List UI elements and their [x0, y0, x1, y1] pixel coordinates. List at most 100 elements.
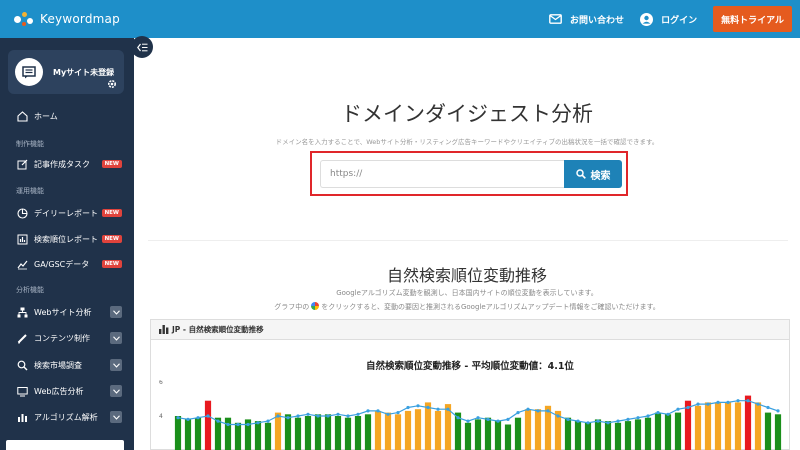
- contact-link[interactable]: お問い合わせ: [549, 13, 624, 26]
- trend-point[interactable]: [196, 416, 200, 420]
- trend-point[interactable]: [666, 412, 670, 416]
- chart-bar[interactable]: [744, 395, 752, 450]
- chart-bar[interactable]: [334, 416, 342, 450]
- trend-point[interactable]: [676, 407, 680, 411]
- trend-point[interactable]: [606, 421, 610, 425]
- trend-point[interactable]: [516, 411, 520, 415]
- chart-bar[interactable]: [234, 422, 242, 450]
- chart-bar[interactable]: [474, 419, 482, 450]
- chart-bar[interactable]: [434, 410, 442, 450]
- sidebar-item-web-ad[interactable]: Web広告分析: [0, 380, 134, 402]
- chart-bar[interactable]: [664, 414, 672, 450]
- chart-bar[interactable]: [254, 421, 262, 450]
- trend-point[interactable]: [386, 412, 390, 416]
- sidebar-item-market[interactable]: 検索市場調査: [0, 354, 134, 376]
- chevron-down-icon[interactable]: [110, 359, 122, 371]
- chart-bar[interactable]: [324, 414, 332, 450]
- chart-bar[interactable]: [504, 424, 512, 450]
- trend-point[interactable]: [546, 409, 550, 413]
- sidebar-item-article-task[interactable]: 記事作成タスク NEW: [0, 153, 134, 175]
- trend-point[interactable]: [496, 419, 500, 423]
- free-trial-button[interactable]: 無料トライアル: [713, 6, 792, 32]
- chart-bar[interactable]: [624, 421, 632, 450]
- trend-point[interactable]: [396, 411, 400, 415]
- trend-point[interactable]: [576, 419, 580, 423]
- trend-point[interactable]: [756, 402, 760, 406]
- trend-point[interactable]: [486, 417, 490, 421]
- trend-point[interactable]: [506, 417, 510, 421]
- trend-point[interactable]: [586, 421, 590, 425]
- trend-point[interactable]: [446, 407, 450, 411]
- login-link[interactable]: ログイン: [640, 12, 697, 26]
- trend-point[interactable]: [276, 414, 280, 418]
- chevron-down-icon[interactable]: [110, 306, 122, 318]
- chart-bar[interactable]: [734, 402, 742, 450]
- trend-point[interactable]: [616, 419, 620, 423]
- trend-point[interactable]: [476, 416, 480, 420]
- chart-bar[interactable]: [274, 412, 282, 450]
- chart-bar[interactable]: [304, 416, 312, 450]
- trend-point[interactable]: [526, 407, 530, 411]
- gear-icon[interactable]: [106, 78, 118, 90]
- trend-point[interactable]: [356, 412, 360, 416]
- chart-bar[interactable]: [394, 414, 402, 450]
- trend-point[interactable]: [646, 414, 650, 418]
- chart-bar[interactable]: [594, 419, 602, 450]
- chart-bar[interactable]: [344, 417, 352, 450]
- sidebar-collapse-button[interactable]: [131, 36, 153, 58]
- chart-bar[interactable]: [694, 405, 702, 450]
- trend-point[interactable]: [626, 417, 630, 421]
- sidebar-bottom-banner[interactable]: [6, 440, 124, 450]
- chart-bar[interactable]: [484, 417, 492, 450]
- trend-point[interactable]: [246, 422, 250, 427]
- trend-point[interactable]: [726, 400, 730, 404]
- chart-bar[interactable]: [524, 409, 532, 450]
- trend-point[interactable]: [766, 405, 770, 410]
- chart-bar[interactable]: [574, 421, 582, 450]
- chart-bar[interactable]: [604, 421, 612, 450]
- chart-bar[interactable]: [264, 422, 272, 450]
- trend-point[interactable]: [436, 407, 440, 411]
- chart-bar[interactable]: [194, 417, 202, 450]
- chart-bar[interactable]: [714, 402, 722, 450]
- logo[interactable]: Keywordmap: [14, 10, 120, 28]
- chevron-down-icon[interactable]: [110, 385, 122, 397]
- sidebar-item-website-analysis[interactable]: Webサイト分析: [0, 301, 134, 323]
- trend-point[interactable]: [366, 409, 370, 413]
- trend-point[interactable]: [416, 404, 420, 408]
- chart-bar[interactable]: [674, 412, 682, 450]
- trend-point[interactable]: [256, 421, 260, 425]
- chevron-down-icon[interactable]: [110, 332, 122, 344]
- sidebar-item-home[interactable]: ホーム: [0, 105, 134, 127]
- trend-point[interactable]: [236, 422, 240, 427]
- chart-bar[interactable]: [514, 417, 522, 450]
- mysite-card[interactable]: Myサイト未登録: [8, 50, 124, 94]
- chart-bar[interactable]: [284, 414, 292, 450]
- chart-bar[interactable]: [184, 419, 192, 450]
- chart-bar[interactable]: [754, 402, 762, 450]
- chart-bar[interactable]: [654, 412, 662, 450]
- chart-bar[interactable]: [424, 402, 432, 450]
- chart-bar[interactable]: [704, 402, 712, 450]
- trend-point[interactable]: [706, 402, 710, 406]
- trend-point[interactable]: [456, 416, 460, 420]
- trend-point[interactable]: [316, 414, 320, 418]
- sidebar-item-ga-gsc[interactable]: GA/GSCデータ NEW: [0, 253, 134, 275]
- chart-bar[interactable]: [294, 417, 302, 450]
- trend-point[interactable]: [206, 414, 210, 418]
- trend-point[interactable]: [406, 405, 410, 410]
- chart-bar[interactable]: [404, 410, 412, 450]
- trend-point[interactable]: [596, 419, 600, 423]
- chart-bar[interactable]: [534, 409, 542, 450]
- chart-bar[interactable]: [644, 417, 652, 450]
- chart-bar[interactable]: [374, 410, 382, 450]
- trend-point[interactable]: [466, 419, 470, 423]
- chart-bar[interactable]: [364, 414, 372, 450]
- chart-bar[interactable]: [584, 422, 592, 450]
- chart-bar[interactable]: [764, 412, 772, 450]
- sidebar-item-rank-report[interactable]: 検索順位レポート NEW: [0, 228, 134, 250]
- chart-bar[interactable]: [724, 402, 732, 450]
- trend-point[interactable]: [746, 399, 750, 403]
- trend-point[interactable]: [186, 417, 190, 421]
- trend-point[interactable]: [376, 409, 380, 413]
